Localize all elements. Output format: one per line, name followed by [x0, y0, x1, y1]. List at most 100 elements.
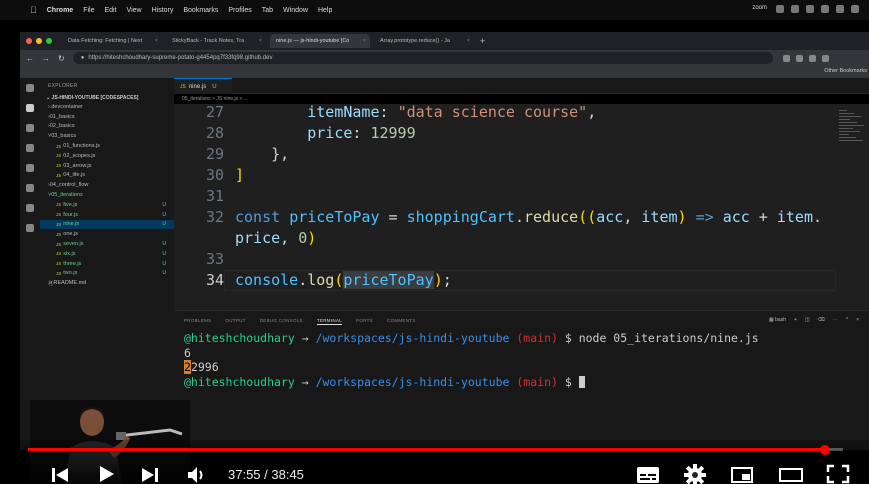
- file-tree-item[interactable]: JS three.js U: [40, 259, 174, 269]
- reload-icon[interactable]: ↻: [58, 54, 65, 63]
- file-tree-item[interactable]: JS six.js U: [40, 249, 174, 259]
- workspace-root[interactable]: ⌄ JS-HINDI-YOUTUBE [CODESPACES]: [40, 94, 174, 102]
- zoom-status[interactable]: zoom: [752, 5, 767, 13]
- minimize-window-button[interactable]: [36, 38, 42, 44]
- panel-tab-ports[interactable]: PORTS: [356, 318, 373, 325]
- panel-tab-problems[interactable]: PROBLEMS: [184, 318, 211, 325]
- close-tab-icon[interactable]: ×: [467, 38, 470, 44]
- close-tab-icon[interactable]: ×: [155, 38, 158, 44]
- browser-tab[interactable]: Data Fetching: Fetching | Next ×: [62, 34, 162, 48]
- menu-item-file[interactable]: File: [83, 7, 94, 14]
- file-tree-item[interactable]: ˅ 05_iterations: [40, 190, 174, 200]
- close-tab-icon[interactable]: ×: [259, 38, 262, 44]
- progress-bar[interactable]: [28, 444, 843, 455]
- file-tree-item[interactable]: › 01_basics: [40, 112, 174, 122]
- new-terminal-icon[interactable]: +: [794, 317, 797, 323]
- file-tree-item[interactable]: JS four.js U: [40, 210, 174, 220]
- file-tree-item[interactable]: Ⓜ README.md: [40, 278, 174, 288]
- extensions-icon[interactable]: [808, 54, 816, 62]
- status-icon[interactable]: [821, 5, 829, 13]
- status-icon[interactable]: [776, 5, 784, 13]
- terminal-output[interactable]: @hiteshchoudhary → /workspaces/js-hindi-…: [184, 331, 759, 389]
- file-tree-item[interactable]: › .devcontainer: [40, 102, 174, 112]
- file-tree-item[interactable]: JS five.js U: [40, 200, 174, 210]
- file-tree-item[interactable]: › 04_control_flow: [40, 180, 174, 190]
- panel-tab-output[interactable]: OUTPUT: [225, 318, 245, 325]
- close-tab-icon[interactable]: ×: [363, 38, 366, 44]
- panel-tab-debug-console[interactable]: DEBUG CONSOLE: [260, 318, 303, 325]
- menu-item-window[interactable]: Window: [283, 7, 308, 14]
- status-icon[interactable]: [851, 5, 859, 13]
- address-bar[interactable]: ● https://hiteshchoudhary-supreme-potato…: [72, 52, 773, 64]
- panel-tab-terminal[interactable]: TERMINAL: [316, 318, 343, 325]
- status-icon[interactable]: [791, 5, 799, 13]
- file-tree-item[interactable]: › 02_basics: [40, 122, 174, 132]
- file-tree-item[interactable]: JS 01_functions.js: [40, 141, 174, 151]
- menu-item-view[interactable]: View: [127, 7, 142, 14]
- panel-tab-comments[interactable]: COMMENTS: [387, 318, 416, 325]
- source-control-icon[interactable]: [26, 144, 34, 152]
- search-icon[interactable]: [26, 124, 34, 132]
- remote-explorer-icon[interactable]: [26, 204, 34, 212]
- menu-icon[interactable]: [26, 84, 34, 92]
- theater-mode-icon[interactable]: [778, 466, 804, 484]
- prompt-branch: (main): [516, 331, 558, 345]
- file-tree-item[interactable]: JS 03_arrow.js: [40, 161, 174, 171]
- volume-icon[interactable]: [186, 465, 208, 484]
- file-tree-item[interactable]: ˅ 03_basics: [40, 131, 174, 141]
- fullscreen-icon[interactable]: [826, 464, 850, 484]
- menu-item-history[interactable]: History: [152, 7, 174, 14]
- file-tree-item[interactable]: JS 04_iife.js: [40, 171, 174, 181]
- browser-tab[interactable]: nine.js — js-hindi-youtube [Co ×: [270, 34, 370, 48]
- extensions-icon[interactable]: [26, 184, 34, 192]
- close-panel-icon[interactable]: ×: [856, 317, 859, 323]
- browser-tab[interactable]: Array.prototype.reduce() - Ja ×: [374, 34, 474, 48]
- share-icon[interactable]: [782, 54, 790, 62]
- code-text: const priceToPay = shoppingCart.reduce((…: [235, 207, 822, 228]
- tab-title: StickyBack - Track Notes, Tra: [172, 38, 245, 44]
- new-tab-button[interactable]: +: [480, 36, 485, 46]
- close-window-button[interactable]: [26, 38, 32, 44]
- status-icon[interactable]: [836, 5, 844, 13]
- minimap-line: [839, 116, 861, 117]
- menu-app-name[interactable]: Chrome: [47, 7, 73, 14]
- maximize-panel-icon[interactable]: ^: [846, 317, 848, 323]
- file-tree-item[interactable]: JS nine.js U: [40, 219, 174, 230]
- menu-item-profiles[interactable]: Profiles: [228, 7, 251, 14]
- subtitles-icon[interactable]: [636, 466, 660, 484]
- code-editor[interactable]: 27 itemName: "data science course", 28 pr…: [174, 104, 836, 310]
- terminal-shell-icon[interactable]: ▦ bash: [769, 317, 786, 323]
- trash-icon[interactable]: ⌫: [818, 317, 825, 323]
- bookmark-star-icon[interactable]: [795, 54, 803, 62]
- file-tree-item[interactable]: JS two.js U: [40, 269, 174, 279]
- next-icon[interactable]: [140, 466, 160, 484]
- file-tree-item[interactable]: JS one.js: [40, 229, 174, 239]
- menu-item-help[interactable]: Help: [318, 7, 332, 14]
- browser-tab[interactable]: StickyBack - Track Notes, Tra ×: [166, 34, 266, 48]
- breadcrumb[interactable]: 05_iterations > JS nine.js > ...: [182, 96, 248, 102]
- menu-item-bookmarks[interactable]: Bookmarks: [183, 7, 218, 14]
- run-debug-icon[interactable]: [26, 164, 34, 172]
- split-terminal-icon[interactable]: ◫: [805, 317, 810, 323]
- minimap[interactable]: [836, 104, 869, 310]
- more-icon[interactable]: ⋯: [833, 317, 838, 323]
- menu-item-edit[interactable]: Edit: [104, 7, 116, 14]
- apple-icon[interactable]: : [30, 5, 37, 15]
- file-tree-item[interactable]: JS 02_scopes.js: [40, 151, 174, 161]
- miniplayer-icon[interactable]: [730, 466, 754, 484]
- github-icon[interactable]: [26, 224, 34, 232]
- play-icon[interactable]: [96, 464, 116, 484]
- settings-gear-icon[interactable]: [684, 464, 706, 484]
- back-icon[interactable]: ←: [26, 54, 34, 63]
- profile-icon[interactable]: [821, 54, 829, 62]
- zoom-window-button[interactable]: [46, 38, 52, 44]
- progress-scrubber[interactable]: [820, 444, 831, 455]
- previous-icon[interactable]: [50, 466, 70, 484]
- file-tree-item[interactable]: JS seven.js U: [40, 239, 174, 249]
- explorer-icon[interactable]: [26, 104, 34, 112]
- other-bookmarks[interactable]: Other Bookmarks: [824, 68, 867, 74]
- menu-item-tab[interactable]: Tab: [262, 7, 273, 14]
- editor-tab-nine-js[interactable]: JS nine.js U: [174, 78, 232, 94]
- status-icon[interactable]: [806, 5, 814, 13]
- forward-icon[interactable]: →: [42, 54, 50, 63]
